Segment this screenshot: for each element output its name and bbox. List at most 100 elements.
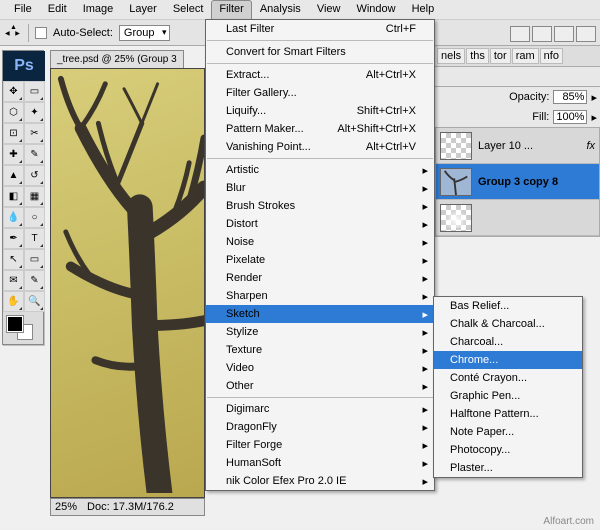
panel-tab-histogram[interactable]: ram xyxy=(512,48,539,64)
foreground-swatch[interactable] xyxy=(7,316,23,332)
eraser-tool[interactable]: ◧ xyxy=(3,186,24,207)
watermark: Alfoart.com xyxy=(543,516,594,527)
path-tool[interactable]: ↖ xyxy=(3,249,24,270)
menuitem-filter-gallery[interactable]: Filter Gallery... xyxy=(206,84,434,102)
submenu-chrome[interactable]: Chrome... xyxy=(434,351,582,369)
menuitem-extract[interactable]: Extract...Alt+Ctrl+X xyxy=(206,66,434,84)
layer-row-selected[interactable]: Group 3 copy 8 xyxy=(436,164,599,200)
hand-tool[interactable]: ✋ xyxy=(3,291,24,312)
panel-tabs[interactable]: nels ths tor ram nfo xyxy=(435,46,600,67)
shape-tool[interactable]: ▭ xyxy=(24,249,45,270)
screen-mode-icon-2[interactable] xyxy=(532,26,552,42)
layer-thumb xyxy=(440,168,472,196)
panel-tab-info[interactable]: nfo xyxy=(540,48,563,64)
layer-row[interactable] xyxy=(436,200,599,236)
menuitem-other[interactable]: Other xyxy=(206,377,434,395)
marquee-tool[interactable]: ▭ xyxy=(24,81,45,102)
screen-mode-icon[interactable] xyxy=(510,26,530,42)
menuitem-humansoft[interactable]: HumanSoft xyxy=(206,454,434,472)
menuitem-pattern-maker[interactable]: Pattern Maker...Alt+Shift+Ctrl+X xyxy=(206,120,434,138)
crop-tool[interactable]: ⊡ xyxy=(3,123,24,144)
menuitem-sharpen[interactable]: Sharpen xyxy=(206,287,434,305)
layer-name: Layer 10 ... xyxy=(478,140,533,152)
submenu-photocopy[interactable]: Photocopy... xyxy=(434,441,582,459)
submenu-halftone-pattern[interactable]: Halftone Pattern... xyxy=(434,405,582,423)
auto-select-checkbox[interactable] xyxy=(35,27,47,39)
type-tool[interactable]: T xyxy=(24,228,45,249)
menuitem-digimarc[interactable]: Digimarc xyxy=(206,400,434,418)
fx-badge: fx xyxy=(586,140,595,152)
layers-panel[interactable]: Layer 10 ... fx Group 3 copy 8 xyxy=(435,127,600,237)
move-tool[interactable]: ✥ xyxy=(3,81,24,102)
menuitem-artistic[interactable]: Artistic xyxy=(206,161,434,179)
submenu-charcoal[interactable]: Charcoal... xyxy=(434,333,582,351)
stamp-tool[interactable]: ▲ xyxy=(3,165,24,186)
document-tab[interactable]: _tree.psd @ 25% (Group 3 xyxy=(50,50,184,68)
menuitem-smart-filters[interactable]: Convert for Smart Filters xyxy=(206,43,434,61)
brush-tool[interactable]: ✎ xyxy=(24,144,45,165)
menu-layer[interactable]: Layer xyxy=(121,0,165,19)
menu-analysis[interactable]: Analysis xyxy=(252,0,309,19)
menuitem-brush-strokes[interactable]: Brush Strokes xyxy=(206,197,434,215)
menu-filter[interactable]: Filter xyxy=(211,0,251,19)
menuitem-texture[interactable]: Texture xyxy=(206,341,434,359)
menuitem-render[interactable]: Render xyxy=(206,269,434,287)
menuitem-pixelate[interactable]: Pixelate xyxy=(206,251,434,269)
eyedropper-tool[interactable]: ✎ xyxy=(24,270,45,291)
menu-edit[interactable]: Edit xyxy=(40,0,75,19)
lasso-tool[interactable]: ⬡ xyxy=(3,102,24,123)
opacity-field[interactable]: 85% xyxy=(553,90,587,104)
slice-tool[interactable]: ✂ xyxy=(24,123,45,144)
menu-file[interactable]: File xyxy=(6,0,40,19)
menu-help[interactable]: Help xyxy=(404,0,443,19)
screen-mode-icon-3[interactable] xyxy=(554,26,574,42)
menu-image[interactable]: Image xyxy=(75,0,122,19)
layer-row[interactable]: Layer 10 ... fx xyxy=(436,128,599,164)
submenu-bas-relief[interactable]: Bas Relief... xyxy=(434,297,582,315)
submenu-plaster[interactable]: Plaster... xyxy=(434,459,582,477)
menu-window[interactable]: Window xyxy=(348,0,403,19)
menuitem-last-filter[interactable]: Last Filter Ctrl+F xyxy=(206,20,434,38)
menuitem-dragonfly[interactable]: DragonFly xyxy=(206,418,434,436)
blur-tool[interactable]: 💧 xyxy=(3,207,24,228)
history-brush-tool[interactable]: ↺ xyxy=(24,165,45,186)
color-swatches[interactable] xyxy=(3,314,43,344)
menuitem-blur[interactable]: Blur xyxy=(206,179,434,197)
submenu-graphic-pen[interactable]: Graphic Pen... xyxy=(434,387,582,405)
auto-select-dropdown[interactable]: Group xyxy=(119,25,170,41)
menuitem-liquify[interactable]: Liquify...Shift+Ctrl+X xyxy=(206,102,434,120)
menuitem-stylize[interactable]: Stylize xyxy=(206,323,434,341)
menuitem-video[interactable]: Video xyxy=(206,359,434,377)
submenu-conte-crayon[interactable]: Conté Crayon... xyxy=(434,369,582,387)
canvas[interactable] xyxy=(50,68,205,498)
layer-thumb xyxy=(440,132,472,160)
filter-menu-dropdown[interactable]: Last Filter Ctrl+F Convert for Smart Fil… xyxy=(205,19,435,491)
sketch-submenu[interactable]: Bas Relief... Chalk & Charcoal... Charco… xyxy=(433,296,583,478)
main-menubar[interactable]: File Edit Image Layer Select Filter Anal… xyxy=(0,0,600,20)
menuitem-filter-forge[interactable]: Filter Forge xyxy=(206,436,434,454)
gradient-tool[interactable]: ▦ xyxy=(24,186,45,207)
wand-tool[interactable]: ✦ xyxy=(24,102,45,123)
menuitem-sketch[interactable]: Sketch xyxy=(206,305,434,323)
heal-tool[interactable]: ✚ xyxy=(3,144,24,165)
fill-field[interactable]: 100% xyxy=(553,110,587,124)
menuitem-distort[interactable]: Distort xyxy=(206,215,434,233)
menu-view[interactable]: View xyxy=(309,0,349,19)
menu-select[interactable]: Select xyxy=(165,0,212,19)
panel-tab-navigator[interactable]: tor xyxy=(490,48,511,64)
screen-mode-icon-4[interactable] xyxy=(576,26,596,42)
submenu-note-paper[interactable]: Note Paper... xyxy=(434,423,582,441)
menuitem-vanishing-point[interactable]: Vanishing Point...Alt+Ctrl+V xyxy=(206,138,434,156)
menuitem-noise[interactable]: Noise xyxy=(206,233,434,251)
notes-tool[interactable]: ✉ xyxy=(3,270,24,291)
zoom-tool[interactable]: 🔍 xyxy=(24,291,45,312)
workspace-buttons xyxy=(510,26,596,42)
menuitem-nik[interactable]: nik Color Efex Pro 2.0 IE xyxy=(206,472,434,490)
panel-tab-channels[interactable]: nels xyxy=(437,48,465,64)
dodge-tool[interactable]: ○ xyxy=(24,207,45,228)
layer-name: Group 3 copy 8 xyxy=(478,176,558,188)
pen-tool[interactable]: ✒ xyxy=(3,228,24,249)
panel-tab-paths[interactable]: ths xyxy=(466,48,489,64)
ps-logo-icon: Ps xyxy=(3,51,45,81)
submenu-chalk-charcoal[interactable]: Chalk & Charcoal... xyxy=(434,315,582,333)
